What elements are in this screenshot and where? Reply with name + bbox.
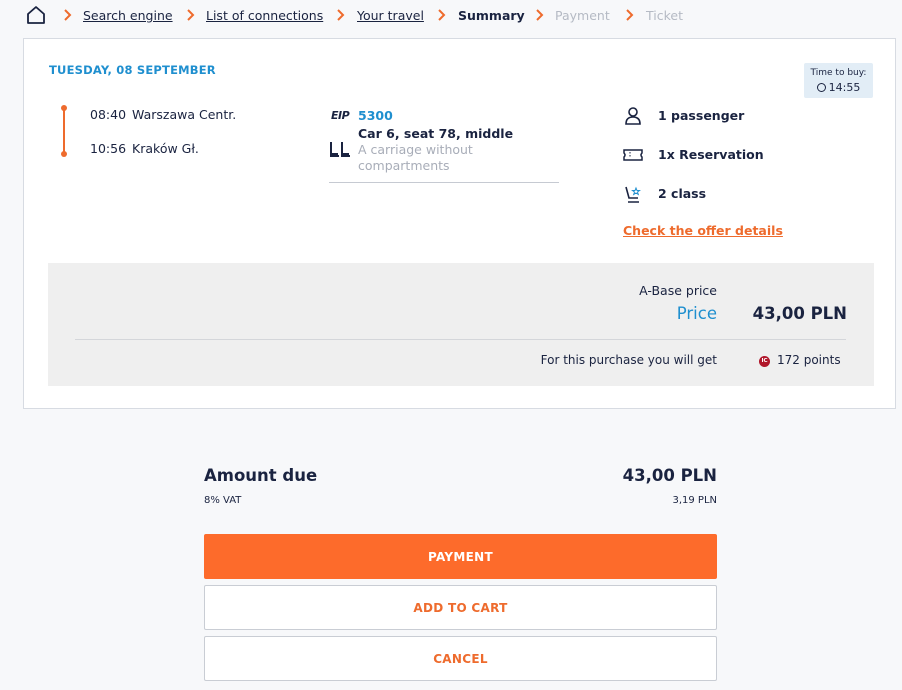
chevron-right-icon	[438, 9, 446, 21]
points-label: For this purchase you will get	[540, 353, 717, 367]
points-value: 172 points	[777, 353, 841, 367]
reservation-count: 1x Reservation	[658, 147, 764, 162]
amount-due-value: 43,00 PLN	[622, 466, 717, 485]
chevron-right-icon	[536, 9, 544, 21]
travel-class: 2 class	[658, 186, 707, 201]
clock-icon	[816, 83, 826, 92]
ic-points-icon: IC	[759, 356, 770, 367]
time-to-buy-value: 14:55	[828, 81, 861, 94]
carriage-type: A carriage without compartments	[358, 142, 473, 173]
offer-details-link[interactable]: Check the offer details	[623, 223, 783, 238]
passengers-count: 1 passenger	[658, 108, 745, 123]
passenger-icon	[625, 107, 641, 125]
add-to-cart-button[interactable]: ADD TO CART	[204, 585, 717, 630]
breadcrumb-summary: Summary	[458, 8, 525, 23]
breadcrumb-list-of-connections[interactable]: List of connections	[206, 8, 323, 23]
breadcrumb-your-travel[interactable]: Your travel	[357, 8, 424, 23]
arrival-time: 10:56	[90, 141, 127, 156]
breadcrumb: Search engine List of connections Your t…	[0, 0, 902, 32]
price-label: Price	[676, 304, 717, 323]
seat-icon	[330, 142, 350, 157]
time-to-buy-label: Time to buy:	[810, 68, 867, 78]
departure-stop: 08:40 Warszawa Centr.	[90, 107, 236, 122]
time-to-buy-badge: Time to buy: 14:55	[804, 63, 873, 98]
payment-button[interactable]: PAYMENT	[204, 534, 717, 579]
journey-date: TUESDAY, 08 SEPTEMBER	[49, 63, 216, 77]
divider	[329, 182, 559, 183]
ticket-icon	[623, 149, 643, 161]
vat-value: 3,19 PLN	[672, 495, 717, 506]
arrival-station: Kraków Gł.	[132, 141, 199, 156]
price-box: A-Base price Price 43,00 PLN For this pu…	[48, 263, 874, 386]
arrival-stop: 10:56 Kraków Gł.	[90, 141, 199, 156]
departure-station: Warszawa Centr.	[132, 107, 237, 122]
home-icon[interactable]	[25, 5, 47, 25]
breadcrumb-payment: Payment	[555, 8, 610, 23]
train-category-icon: EIP	[331, 109, 350, 122]
chevron-right-icon	[64, 9, 72, 21]
cancel-button[interactable]: CANCEL	[204, 636, 717, 681]
departure-time: 08:40	[90, 107, 127, 122]
route-dot-arrival	[61, 151, 67, 157]
chevron-right-icon	[337, 9, 345, 21]
breadcrumb-search-engine[interactable]: Search engine	[83, 8, 173, 23]
route-dot-departure	[61, 105, 67, 111]
seat-info: Car 6, seat 78, middle	[358, 126, 514, 141]
chevron-right-icon	[187, 9, 195, 21]
amount-due-label: Amount due	[204, 466, 318, 485]
chevron-right-icon	[626, 9, 634, 21]
vat-label: 8% VAT	[204, 495, 242, 506]
journey-card: TUESDAY, 08 SEPTEMBER Time to buy: 14:55…	[23, 38, 896, 409]
price-value: 43,00 PLN	[752, 304, 847, 323]
train-number: 5300	[358, 108, 393, 123]
divider	[75, 339, 846, 340]
breadcrumb-ticket: Ticket	[646, 8, 683, 23]
class-seat-icon	[625, 186, 641, 203]
route-line	[63, 107, 65, 155]
tariff-name: A-Base price	[639, 283, 717, 298]
